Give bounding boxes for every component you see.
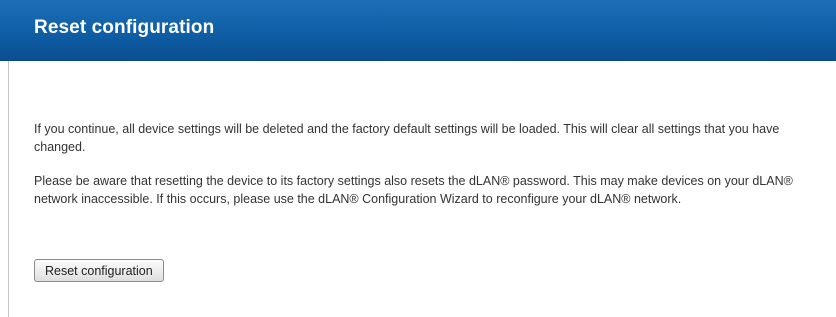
panel-header: Reset configuration bbox=[0, 0, 836, 61]
reset-configuration-button[interactable]: Reset configuration bbox=[34, 259, 164, 282]
reset-configuration-panel: Reset configuration If you continue, all… bbox=[0, 0, 836, 317]
page-title: Reset configuration bbox=[34, 17, 215, 38]
warning-paragraph-2: Please be aware that resetting the devic… bbox=[34, 174, 793, 206]
panel-content: If you continue, all device settings wil… bbox=[34, 121, 824, 208]
panel-border bbox=[8, 61, 9, 317]
warning-paragraph-1: If you continue, all device settings wil… bbox=[34, 122, 780, 154]
